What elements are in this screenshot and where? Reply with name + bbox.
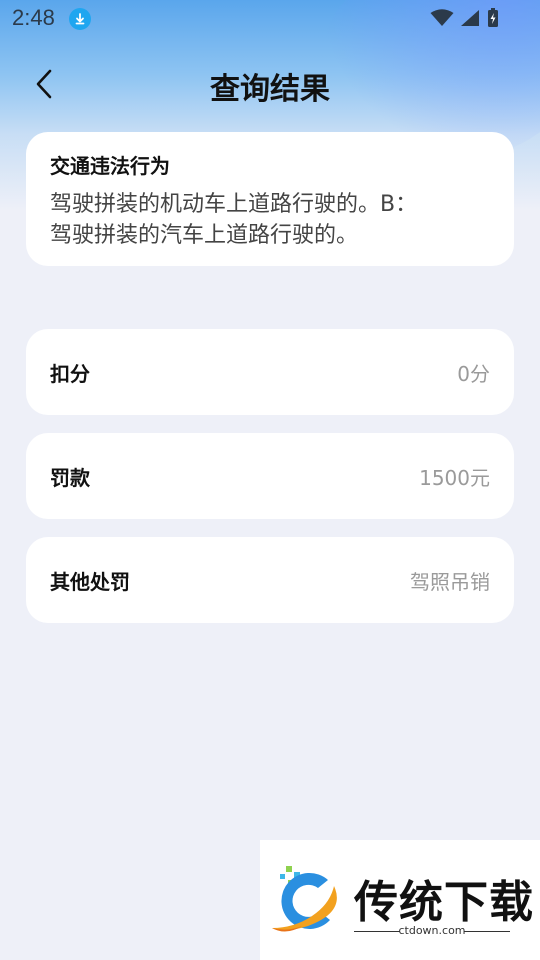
status-icons bbox=[430, 8, 500, 28]
points-row: 扣分 0分 bbox=[26, 329, 514, 415]
download-icon bbox=[69, 8, 91, 30]
watermark-right-line bbox=[464, 931, 510, 932]
watermark: 传统下载 ctdown.com bbox=[260, 840, 540, 960]
points-value: 0分 bbox=[457, 361, 490, 386]
violation-description-line-2: 驾驶拼装的汽车上道路行驶的。 bbox=[50, 223, 359, 248]
wifi-icon bbox=[430, 9, 454, 26]
ctdown-logo-icon bbox=[272, 866, 337, 932]
violation-description: 驾驶拼装的机动车上道路行驶的。B： 驾驶拼装的汽车上道路行驶的。 bbox=[50, 189, 490, 251]
cellular-signal-icon bbox=[461, 10, 479, 26]
violation-card: 交通违法行为 驾驶拼装的机动车上道路行驶的。B： 驾驶拼装的汽车上道路行驶的。 bbox=[26, 132, 514, 266]
battery-icon bbox=[488, 8, 498, 27]
navigation-bar: 查询结果 bbox=[0, 52, 540, 116]
fine-value: 1500元 bbox=[419, 465, 490, 490]
violation-label: 交通违法行为 bbox=[50, 154, 170, 178]
page-title: 查询结果 bbox=[210, 72, 330, 107]
other-penalty-value: 驾照吊销 bbox=[410, 569, 490, 594]
points-label: 扣分 bbox=[50, 361, 90, 386]
watermark-title: 传统下载 bbox=[354, 877, 534, 928]
other-penalty-label: 其他处罚 bbox=[50, 569, 130, 594]
other-penalty-row: 其他处罚 驾照吊销 bbox=[26, 537, 514, 623]
fine-row: 罚款 1500元 bbox=[26, 433, 514, 519]
violation-description-line-1: 驾驶拼装的机动车上道路行驶的。B： bbox=[50, 192, 418, 217]
fine-label: 罚款 bbox=[50, 465, 90, 490]
status-time: 2:48 bbox=[12, 5, 55, 30]
status-bar: 2:48 bbox=[0, 0, 540, 36]
